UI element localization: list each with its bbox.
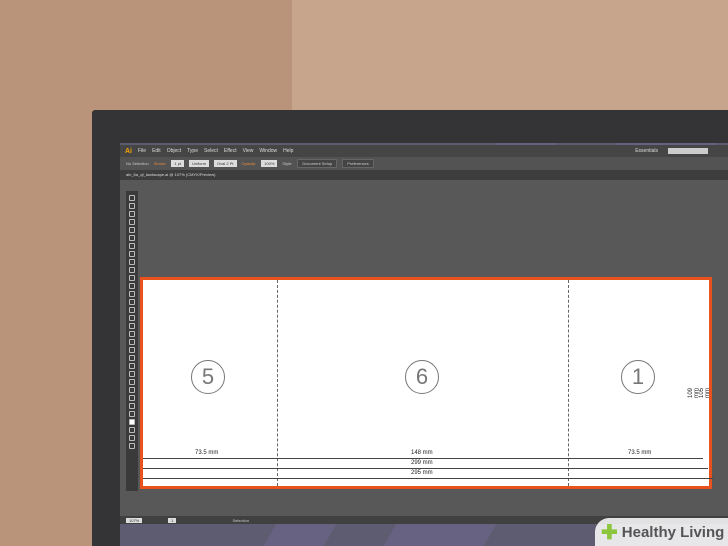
stroke-weight-field[interactable]: 1 pt xyxy=(171,160,185,167)
artboard-tool-icon[interactable] xyxy=(129,387,135,393)
style-label: Style: xyxy=(282,161,293,166)
stroke-color-icon[interactable] xyxy=(129,427,135,433)
brush-dropdown[interactable]: Uniform xyxy=(189,160,210,167)
slice-tool-icon[interactable] xyxy=(129,395,135,401)
scale-tool-icon[interactable] xyxy=(129,299,135,305)
dim-total-1: 299 mm xyxy=(411,460,433,466)
magic-wand-tool-icon[interactable] xyxy=(129,211,135,217)
gradient-tool-icon[interactable] xyxy=(129,347,135,353)
perspective-tool-icon[interactable] xyxy=(129,331,135,337)
menu-file[interactable]: File xyxy=(138,148,146,154)
dimension-line xyxy=(143,468,708,469)
menu-help[interactable]: Help xyxy=(283,148,293,154)
fill-color-icon[interactable] xyxy=(129,419,135,425)
panel-number: 1 xyxy=(621,360,655,394)
workspace-switcher[interactable]: Essentials xyxy=(635,148,658,154)
zoom-field[interactable]: 107% xyxy=(126,517,143,523)
status-tool-label: Selection xyxy=(232,517,249,523)
document-tab-title: afc_6a_qf_landscape.ai @ 107% (CMYK/Prev… xyxy=(126,172,216,177)
eyedropper-tool-icon[interactable] xyxy=(129,355,135,361)
artboard[interactable]: 5 6 1 73.5 mm 148 mm 73.5 mm 299 mm 295 … xyxy=(140,277,713,489)
dim-middle: 148 mm xyxy=(411,450,433,456)
menu-type[interactable]: Type xyxy=(187,148,198,154)
fold-line xyxy=(568,280,569,486)
dim-right: 73.5 mm xyxy=(628,450,652,456)
symbol-sprayer-tool-icon[interactable] xyxy=(129,371,135,377)
selection-tool-icon[interactable] xyxy=(129,195,135,201)
line-tool-icon[interactable] xyxy=(129,243,135,249)
menu-view[interactable]: View xyxy=(243,148,254,154)
pen-tool-icon[interactable] xyxy=(129,227,135,233)
width-tool-icon[interactable] xyxy=(129,307,135,313)
menu-object[interactable]: Object xyxy=(167,148,181,154)
blob-brush-tool-icon[interactable] xyxy=(129,275,135,281)
selection-label: No Selection xyxy=(126,161,149,166)
hand-tool-icon[interactable] xyxy=(129,403,135,409)
menu-effect[interactable]: Effect xyxy=(224,148,237,154)
screen-mode-icon[interactable] xyxy=(129,443,135,449)
menu-window[interactable]: Window xyxy=(259,148,277,154)
watermark: ✚ Healthy Living xyxy=(595,518,728,546)
paintbrush-tool-icon[interactable] xyxy=(129,259,135,265)
rotate-tool-icon[interactable] xyxy=(129,291,135,297)
panel-number: 6 xyxy=(405,360,439,394)
free-transform-tool-icon[interactable] xyxy=(129,315,135,321)
eraser-tool-icon[interactable] xyxy=(129,283,135,289)
dimension-line xyxy=(143,478,713,479)
document-setup-button[interactable]: Document Setup xyxy=(297,159,338,168)
blend-tool-icon[interactable] xyxy=(129,363,135,369)
preferences-button[interactable]: Preferences xyxy=(342,159,374,168)
menu-bar: Ai File Edit Object Type Select Effect V… xyxy=(120,145,728,157)
dim-height-2: 105 mm xyxy=(699,387,711,398)
lasso-tool-icon[interactable] xyxy=(129,219,135,225)
menu-select[interactable]: Select xyxy=(204,148,218,154)
stroke-label: Stroke: xyxy=(153,161,167,166)
dim-left: 73.5 mm xyxy=(195,450,219,456)
search-input[interactable] xyxy=(668,148,708,154)
menu-edit[interactable]: Edit xyxy=(152,148,161,154)
fold-line xyxy=(277,280,278,486)
canvas[interactable]: 5 6 1 73.5 mm 148 mm 73.5 mm 299 mm 295 … xyxy=(120,180,728,516)
plus-icon: ✚ xyxy=(601,521,618,544)
opacity-label: Opacity: xyxy=(241,161,257,166)
dimension-line xyxy=(143,458,703,459)
monitor-screen: Ai File Edit Object Type Select Effect V… xyxy=(120,143,728,546)
direct-selection-tool-icon[interactable] xyxy=(129,203,135,209)
panel-number: 5 xyxy=(191,360,225,394)
app-logo: Ai xyxy=(125,147,132,155)
rectangle-tool-icon[interactable] xyxy=(129,251,135,257)
type-tool-icon[interactable] xyxy=(129,235,135,241)
opacity-field[interactable]: 100% xyxy=(261,160,278,167)
control-bar: No Selection Stroke: 1 pt Uniform Oval 2… xyxy=(120,157,728,170)
watermark-text: Healthy Living xyxy=(621,523,725,541)
mesh-tool-icon[interactable] xyxy=(129,339,135,345)
dim-total-2: 295 mm xyxy=(411,470,433,476)
zoom-tool-icon[interactable] xyxy=(129,411,135,417)
tools-panel xyxy=(126,191,138,491)
profile-dropdown[interactable]: Oval 2 Pt xyxy=(214,160,237,167)
graph-tool-icon[interactable] xyxy=(129,379,135,385)
drawing-mode-icon[interactable] xyxy=(129,435,135,441)
shape-builder-tool-icon[interactable] xyxy=(129,323,135,329)
pencil-tool-icon[interactable] xyxy=(129,267,135,273)
artboard-navigation-field[interactable]: 1 xyxy=(168,517,177,523)
document-tab[interactable]: afc_6a_qf_landscape.ai @ 107% (CMYK/Prev… xyxy=(120,170,728,180)
